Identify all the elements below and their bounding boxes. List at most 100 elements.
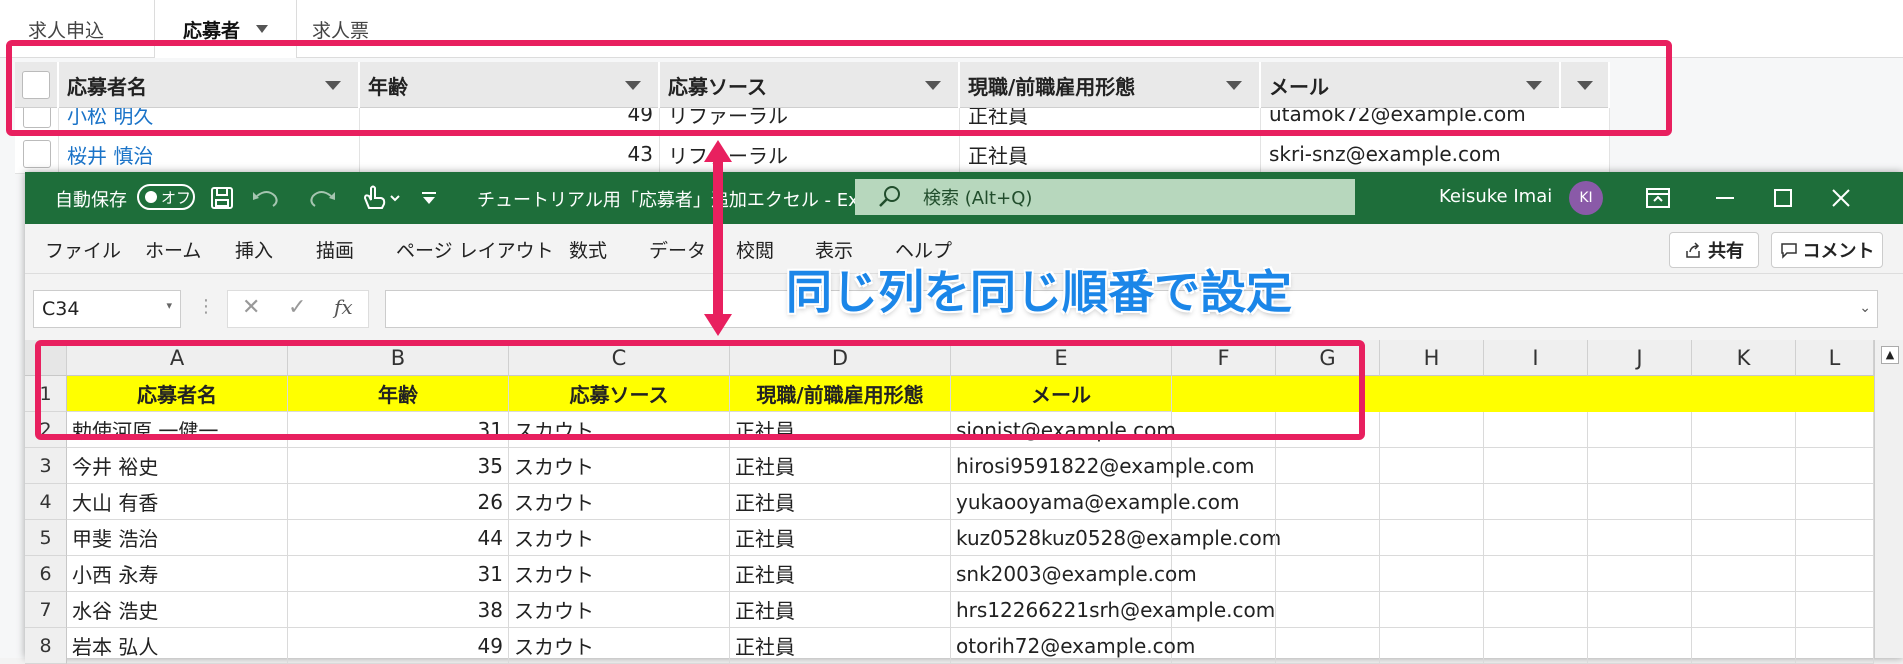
- row-header[interactable]: 6: [25, 556, 67, 592]
- cell-age[interactable]: 49: [288, 628, 509, 664]
- cell-type[interactable]: 正社員: [730, 520, 951, 556]
- cell-empty[interactable]: [1276, 484, 1380, 520]
- cell-source[interactable]: スカウト: [509, 556, 730, 592]
- customize-toolbar-icon[interactable]: [419, 188, 439, 208]
- cell-empty[interactable]: [1692, 520, 1796, 556]
- applicant-name-link[interactable]: 桜井 慎治: [59, 134, 360, 174]
- cell-email[interactable]: hrs12266221srh@example.com: [951, 592, 1275, 628]
- cell-empty[interactable]: [1588, 448, 1692, 484]
- cell-empty[interactable]: [1380, 484, 1484, 520]
- cell-name[interactable]: 小西 永寿: [67, 556, 288, 592]
- cell-type[interactable]: 正社員: [730, 484, 951, 520]
- cell-empty[interactable]: [1692, 628, 1796, 664]
- column-header[interactable]: K: [1692, 340, 1796, 376]
- cell-empty[interactable]: [1484, 412, 1588, 448]
- cell-email[interactable]: kuz0528kuz0528@example.com: [951, 520, 1281, 556]
- cell-empty[interactable]: [1276, 448, 1380, 484]
- cell-name[interactable]: 岩本 弘人: [67, 628, 288, 664]
- cell-empty[interactable]: [1692, 592, 1796, 628]
- cell-empty[interactable]: [1380, 628, 1484, 664]
- cell-empty[interactable]: [1484, 520, 1588, 556]
- cell-age[interactable]: 26: [288, 484, 509, 520]
- maximize-icon[interactable]: [1771, 186, 1795, 210]
- cell-age[interactable]: 44: [288, 520, 509, 556]
- cell-type[interactable]: 正社員: [730, 592, 951, 628]
- row-checkbox[interactable]: [22, 140, 51, 168]
- cell-empty[interactable]: [1172, 448, 1276, 484]
- cell-empty[interactable]: [1588, 412, 1692, 448]
- cell-type[interactable]: 正社員: [730, 448, 951, 484]
- cell-source[interactable]: スカウト: [509, 448, 730, 484]
- row-header[interactable]: 7: [25, 592, 67, 628]
- ribbon-tab-data[interactable]: データ: [649, 224, 706, 274]
- cell-empty[interactable]: [1692, 484, 1796, 520]
- cell-empty[interactable]: [1796, 592, 1874, 628]
- cell-empty[interactable]: [1380, 412, 1484, 448]
- comment-button[interactable]: コメント: [1771, 232, 1883, 268]
- column-header[interactable]: H: [1380, 340, 1484, 376]
- cell-empty[interactable]: [1484, 484, 1588, 520]
- caret-down-icon[interactable]: [256, 25, 269, 33]
- more-options-icon[interactable]: ⋮: [197, 296, 215, 317]
- cell-empty[interactable]: [1796, 628, 1874, 664]
- ribbon-tab-page-layout[interactable]: ページ レイアウト: [396, 224, 554, 274]
- table-row[interactable]: 桜井 慎治 43 リファーラル 正社員 skri-snz@example.com: [15, 134, 1610, 174]
- cell-empty[interactable]: [1380, 448, 1484, 484]
- cell-type[interactable]: 正社員: [730, 556, 951, 592]
- cell-empty[interactable]: [1588, 628, 1692, 664]
- row-header[interactable]: 3: [25, 448, 67, 484]
- cell-empty[interactable]: [1276, 520, 1380, 556]
- cell-source[interactable]: スカウト: [509, 592, 730, 628]
- cell-empty[interactable]: [1172, 484, 1276, 520]
- touch-mode-icon[interactable]: [359, 184, 403, 212]
- cell-source[interactable]: スカウト: [509, 484, 730, 520]
- cell-empty[interactable]: [1588, 592, 1692, 628]
- cell-email[interactable]: yukaooyama@example.com: [951, 484, 1239, 520]
- ribbon-display-options-icon[interactable]: [1645, 186, 1671, 210]
- cell-empty[interactable]: [1276, 628, 1380, 664]
- chevron-down-icon[interactable]: ▾: [166, 299, 172, 312]
- cell-name[interactable]: 水谷 浩史: [67, 592, 288, 628]
- cell-empty[interactable]: [1796, 448, 1874, 484]
- cell-empty[interactable]: [1380, 520, 1484, 556]
- cell-empty[interactable]: [1692, 556, 1796, 592]
- undo-icon[interactable]: [251, 186, 287, 210]
- cell-empty[interactable]: [1588, 520, 1692, 556]
- name-box[interactable]: C34 ▾: [33, 290, 181, 328]
- enter-icon[interactable]: ✓: [288, 295, 306, 320]
- column-header[interactable]: L: [1796, 340, 1874, 376]
- cell-empty[interactable]: [1276, 556, 1380, 592]
- cell-empty[interactable]: [1276, 592, 1380, 628]
- cell-empty[interactable]: [1380, 592, 1484, 628]
- close-icon[interactable]: [1829, 186, 1853, 210]
- cell-email[interactable]: hirosi9591822@example.com: [951, 448, 1254, 484]
- cell-email[interactable]: otorih72@example.com: [951, 628, 1195, 664]
- cell-empty[interactable]: [1484, 592, 1588, 628]
- cell-source[interactable]: スカウト: [509, 628, 730, 664]
- cell-empty[interactable]: [1796, 556, 1874, 592]
- ribbon-tab-draw[interactable]: 描画: [316, 224, 354, 274]
- insert-function-button[interactable]: fx: [334, 295, 353, 319]
- save-icon[interactable]: [209, 185, 235, 211]
- expand-formula-bar-icon[interactable]: ⌄: [1859, 300, 1871, 316]
- cell-type[interactable]: 正社員: [730, 628, 951, 664]
- cell-empty[interactable]: [1796, 520, 1874, 556]
- cancel-icon[interactable]: ✕: [242, 295, 260, 320]
- cell-empty[interactable]: [1172, 592, 1276, 628]
- cell-empty[interactable]: [1484, 628, 1588, 664]
- cell-name[interactable]: 大山 有香: [67, 484, 288, 520]
- cell-empty[interactable]: [1172, 628, 1276, 664]
- cell-source[interactable]: スカウト: [509, 520, 730, 556]
- share-button[interactable]: 共有: [1669, 232, 1759, 268]
- avatar[interactable]: KI: [1569, 181, 1603, 215]
- column-header[interactable]: I: [1484, 340, 1588, 376]
- cell-empty[interactable]: [1692, 412, 1796, 448]
- row-header[interactable]: 8: [25, 628, 67, 664]
- search-box[interactable]: 検索 (Alt+Q): [855, 179, 1355, 215]
- ribbon-tab-insert[interactable]: 挿入: [235, 224, 273, 274]
- cell-empty[interactable]: [1172, 556, 1276, 592]
- scroll-up-icon[interactable]: ▲: [1881, 346, 1899, 364]
- cell-empty[interactable]: [1380, 556, 1484, 592]
- cell-age[interactable]: 38: [288, 592, 509, 628]
- ribbon-tab-home[interactable]: ホーム: [145, 224, 201, 274]
